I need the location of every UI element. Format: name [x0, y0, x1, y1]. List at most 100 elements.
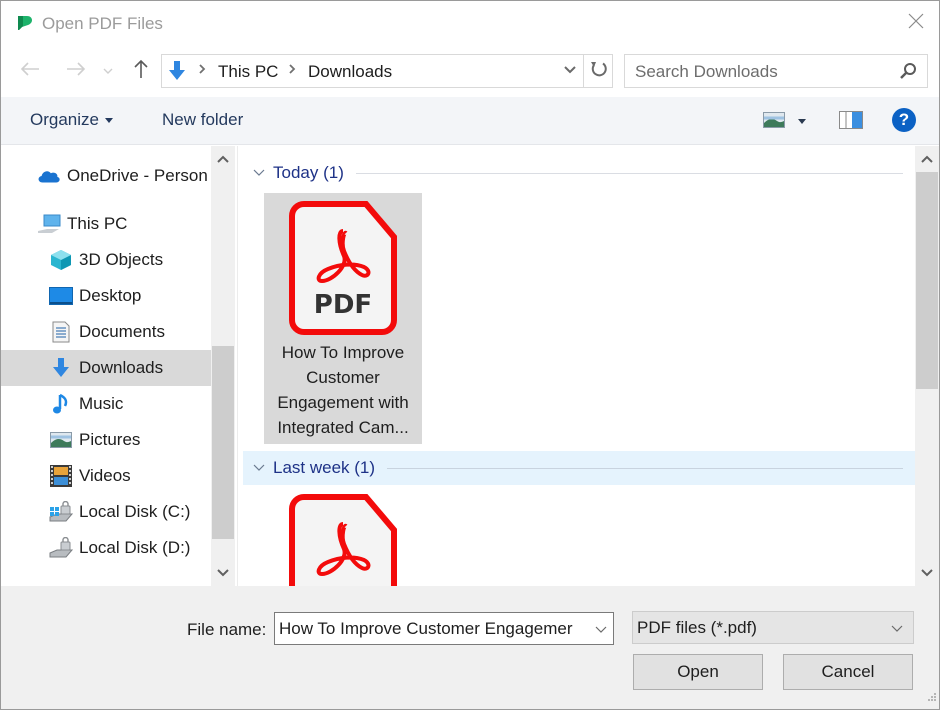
nav-item-label: Pictures	[79, 430, 141, 449]
local-disk-d-icon	[49, 537, 73, 559]
caret-down-icon	[104, 117, 113, 123]
chevron-down-icon	[253, 459, 265, 477]
help-button[interactable]: ?	[892, 108, 916, 132]
music-icon	[49, 393, 73, 415]
chevron-down-icon	[891, 620, 903, 638]
nav-item-documents[interactable]: Documents	[1, 314, 211, 350]
new-folder-button[interactable]: New folder	[162, 110, 243, 130]
chevron-down-icon	[563, 62, 577, 80]
chevron-down-icon[interactable]	[595, 621, 607, 639]
nav-item-downloads[interactable]: Downloads	[1, 350, 211, 386]
nav-item-desktop[interactable]: Desktop	[1, 278, 211, 314]
cancel-button[interactable]: Cancel	[783, 654, 913, 690]
up-button[interactable]	[128, 57, 154, 85]
nav-item-videos[interactable]: Videos	[1, 458, 211, 494]
chevron-up-icon	[921, 150, 933, 168]
3d-objects-icon	[49, 249, 73, 271]
nav-item-label: This PC	[67, 214, 128, 233]
nav-item-label: 3D Objects	[79, 250, 164, 269]
recent-locations-button[interactable]	[98, 57, 118, 85]
nav-item-label: Desktop	[79, 286, 142, 305]
nav-item-label: Downloads	[79, 358, 164, 377]
nav-item-label: Local Disk (C:)	[79, 502, 191, 521]
onedrive-icon	[37, 165, 61, 187]
group-label: Today (1)	[273, 163, 344, 182]
this-pc-icon	[37, 213, 61, 235]
nav-item-local-disk-c[interactable]: Local Disk (C:)	[1, 494, 211, 530]
breadcrumb-downloads[interactable]: Downloads	[308, 62, 392, 82]
scroll-thumb[interactable]	[212, 346, 234, 539]
downloads-icon	[49, 357, 73, 379]
forward-button[interactable]	[63, 57, 89, 85]
dialog-footer: File name: How To Improve Customer Engag…	[1, 586, 939, 709]
chevron-down-icon	[921, 564, 933, 582]
refresh-button[interactable]	[583, 55, 613, 87]
file-item[interactable]	[264, 488, 422, 586]
nav-item-label: OneDrive - Person	[67, 166, 208, 185]
scroll-thumb[interactable]	[916, 172, 938, 389]
scroll-up-button[interactable]	[915, 146, 939, 172]
downloads-icon	[166, 60, 188, 87]
file-name-input[interactable]: How To Improve Customer Engagemer	[279, 619, 587, 639]
file-type-value: PDF files (*.pdf)	[637, 618, 757, 637]
close-button[interactable]	[893, 1, 939, 45]
pdf-file-icon: PDF	[264, 193, 422, 340]
nav-item-label: Local Disk (D:)	[79, 538, 191, 557]
command-bar: Organize New folder ?	[1, 97, 939, 145]
scroll-up-button[interactable]	[211, 146, 235, 172]
back-button[interactable]	[17, 57, 43, 85]
resize-grip-icon[interactable]	[927, 689, 937, 707]
open-file-dialog: Open PDF Files This PC Downloads Search …	[0, 0, 940, 710]
file-name-label: File name:	[187, 620, 267, 639]
search-input[interactable]: Search Downloads	[635, 62, 778, 82]
new-folder-label: New folder	[162, 110, 244, 129]
address-bar[interactable]: This PC Downloads	[161, 54, 613, 88]
group-label: Last week (1)	[273, 458, 376, 477]
group-header-last-week[interactable]: Last week (1)	[243, 451, 915, 485]
nav-item-label: Documents	[79, 322, 165, 341]
chevron-down-icon	[217, 564, 229, 582]
nav-item-pictures[interactable]: Pictures	[1, 422, 211, 458]
group-header-today[interactable]: Today (1)	[243, 156, 915, 190]
group-divider	[387, 467, 903, 469]
nav-item-local-disk-d[interactable]: Local Disk (D:)	[1, 530, 211, 566]
search-box[interactable]: Search Downloads	[624, 54, 928, 88]
nav-item-onedrive[interactable]: OneDrive - Person	[1, 158, 211, 194]
breadcrumb-separator-icon[interactable]	[288, 63, 296, 78]
breadcrumb-this-pc[interactable]: This PC	[218, 62, 278, 82]
arrow-left-icon	[20, 61, 40, 82]
chevron-down-icon	[253, 164, 265, 182]
nav-item-3d-objects[interactable]: 3D Objects	[1, 242, 211, 278]
chevron-down-icon	[103, 62, 113, 80]
file-type-select[interactable]: PDF files (*.pdf)	[632, 611, 914, 644]
breadcrumb-separator-icon[interactable]	[198, 63, 206, 78]
close-icon	[908, 13, 924, 34]
scroll-down-button[interactable]	[211, 560, 235, 586]
search-icon[interactable]	[899, 62, 917, 85]
group-divider	[355, 172, 903, 174]
nav-item-music[interactable]: Music	[1, 386, 211, 422]
view-options-caret-icon[interactable]	[798, 119, 806, 124]
app-logo-icon	[17, 15, 35, 31]
arrow-right-icon	[66, 61, 86, 82]
nav-item-label: Music	[79, 394, 124, 413]
organize-label: Organize	[30, 110, 99, 129]
file-item[interactable]: PDF How To Improve Customer Engagement w…	[264, 193, 422, 444]
address-dropdown-button[interactable]	[558, 55, 582, 87]
window-title: Open PDF Files	[42, 14, 163, 33]
navigation-pane: OneDrive - Person This PC 3D Objects Des…	[1, 146, 237, 586]
open-button[interactable]: Open	[633, 654, 763, 690]
preview-pane-icon[interactable]	[839, 111, 863, 134]
chevron-up-icon	[217, 150, 229, 168]
navigation-pane-scrollbar[interactable]	[211, 146, 235, 586]
videos-icon	[49, 465, 73, 487]
scroll-down-button[interactable]	[915, 560, 939, 586]
documents-icon	[49, 321, 73, 343]
nav-item-this-pc[interactable]: This PC	[1, 206, 211, 242]
navigation-bar: This PC Downloads Search Downloads	[1, 47, 939, 97]
file-name-combobox[interactable]: How To Improve Customer Engagemer	[274, 612, 614, 645]
organize-button[interactable]: Organize	[30, 110, 113, 130]
refresh-icon	[590, 60, 608, 83]
change-view-icon[interactable]	[763, 112, 785, 133]
file-list-scrollbar[interactable]	[915, 146, 939, 586]
